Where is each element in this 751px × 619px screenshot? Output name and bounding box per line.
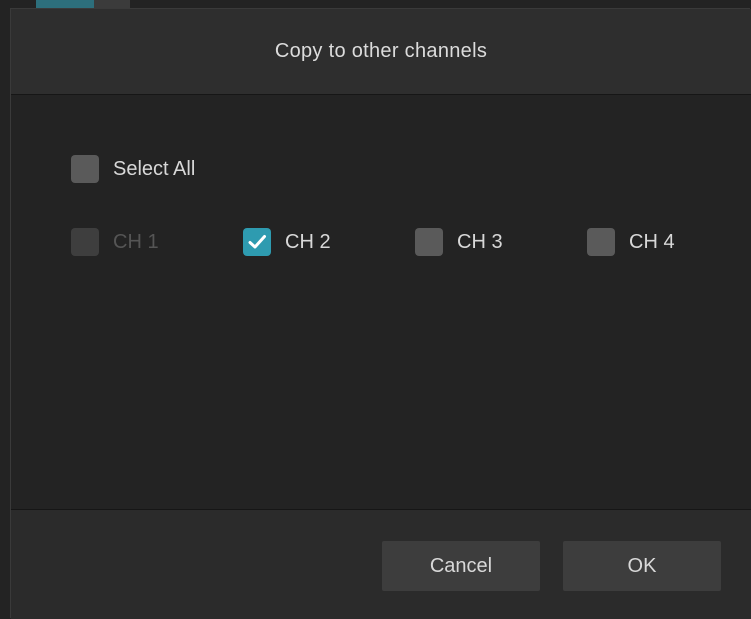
background-tab: [36, 0, 94, 9]
dialog-footer: Cancel OK: [11, 509, 751, 619]
copy-channels-dialog: Copy to other channels Select All CH 1 C…: [11, 9, 751, 619]
channel-label: CH 2: [285, 230, 331, 253]
select-all-option[interactable]: Select All: [71, 155, 195, 183]
channel-option-ch4[interactable]: CH 4: [587, 228, 675, 256]
dialog-header: Copy to other channels: [11, 9, 751, 95]
background-tab: [94, 0, 130, 9]
channel-label: CH 3: [457, 230, 503, 253]
channel-checkbox-ch3[interactable]: [415, 228, 443, 256]
channel-label: CH 4: [629, 230, 675, 253]
check-icon: [248, 235, 266, 249]
select-all-checkbox[interactable]: [71, 155, 99, 183]
dialog-title: Copy to other channels: [274, 40, 488, 62]
channel-option-ch3[interactable]: CH 3: [415, 228, 503, 256]
cancel-button[interactable]: Cancel: [382, 541, 540, 591]
channel-option-ch2[interactable]: CH 2: [243, 228, 331, 256]
ok-button[interactable]: OK: [563, 541, 721, 591]
channel-checkbox-ch4[interactable]: [587, 228, 615, 256]
channel-label: CH 1: [113, 230, 159, 253]
channel-checkbox-ch1: [71, 228, 99, 256]
dialog-body: Select All CH 1 CH 2 CH 3 CH 4: [11, 95, 751, 509]
channel-checkbox-ch2[interactable]: [243, 228, 271, 256]
channel-option-ch1: CH 1: [71, 228, 159, 256]
select-all-label: Select All: [113, 157, 196, 180]
